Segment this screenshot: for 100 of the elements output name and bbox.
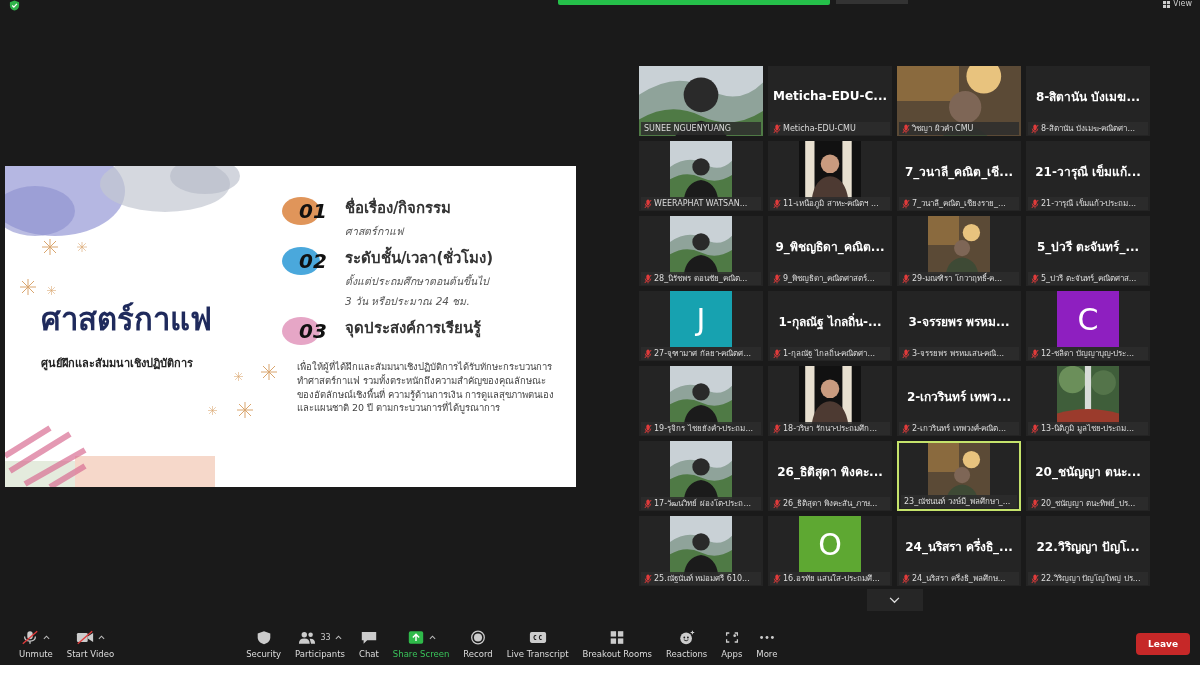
sparkle-icon: [234, 372, 243, 381]
video-tile[interactable]: 7_วนาลี_คณิต_เชี... 7_วนาลี_คณิต_เชียงราย_...: [897, 141, 1021, 211]
toolbar-button[interactable]: More: [756, 648, 778, 659]
video-tile[interactable]: Meticha-EDU-C... Meticha-EDU-CMU: [768, 66, 892, 136]
toolbar-button[interactable]: Start Video: [66, 648, 115, 659]
participant-name: 20_ชนัญญา ตนะ...: [1035, 463, 1141, 481]
toolbar-button[interactable]: Share Screen: [392, 648, 450, 659]
toolbar-button[interactable]: Breakout Rooms: [582, 648, 652, 659]
video-tile[interactable]: 22.วิริญญา ปัญโ... 22.วิริญญา ปัญโญใหญ่ ปร...: [1026, 516, 1150, 586]
participant-label: วิชญา ผิวคำ CMU: [912, 123, 974, 135]
sparkle-icon: [237, 402, 253, 418]
participant-label: WEERAPHAT WATSAN...: [654, 199, 748, 208]
section-heading: ระดับชั้น/เวลา(ชั่วโมง): [345, 246, 494, 270]
video-tile[interactable]: 3-จรรยพร พรหม... 3-จรรยพร พรหมเสน-คณิ...: [897, 291, 1021, 361]
video-tile[interactable]: 9_พิชญธิดา_คณิต... 9_พิชญธิดา_คณิตศาสตร์...: [768, 216, 892, 286]
video-tile[interactable]: WEERAPHAT WATSAN...: [639, 141, 763, 211]
caret-icon[interactable]: [98, 635, 105, 640]
participant-label: 5_ปวรี ตะจันทร์_คณิตศาส...: [1041, 273, 1137, 285]
participant-label: 12-ชลิดา บัญญาบุญ-ประ...: [1041, 348, 1135, 360]
participant-label: 23_ณัชนนท์ วงษ์มี_พลศึกษา_...: [904, 496, 1011, 508]
participant-name: 7_วนาลี_คณิต_เชี...: [905, 163, 1013, 181]
video-tile[interactable]: 11-เหนือภูมิ สาหะ-คณิตฯ ...: [768, 141, 892, 211]
toolbar-button[interactable]: Unmute: [19, 648, 53, 659]
video-tile[interactable]: C 12-ชลิดา บัญญาบุญ-ประ...: [1026, 291, 1150, 361]
video-tile[interactable]: O 16.อรทัย แสนใส-ประถมศึ...: [768, 516, 892, 586]
grid-icon[interactable]: [1163, 0, 1170, 8]
section-heading: จุดประสงค์การเรียนรู้: [345, 318, 481, 340]
toolbar-button[interactable]: Live Transcript: [506, 648, 569, 659]
section-text: 3 วัน หรือประมาณ 24 ชม.: [345, 294, 471, 309]
video-tile[interactable]: 26_ธิติสุดา พิงคะ... 26_ธิติสุดา พิงคะสัน_ภาษ...: [768, 441, 892, 511]
video-tile[interactable]: 28_นิรัชพร ดอนชัย_คณิต...: [639, 216, 763, 286]
participant-label: 8-สิตานัน บังเมฆ-คณิตศา...: [1041, 123, 1136, 135]
toolbar-button[interactable]: Reactions: [665, 648, 708, 659]
participant-label: 18-วริษา รักนา-ประถมศึก...: [783, 423, 878, 435]
sparkle-icon: [42, 239, 58, 255]
video-tile[interactable]: 13-นิติภูมิ มูลไชย-ประถม...: [1026, 366, 1150, 436]
view-button[interactable]: View: [1173, 0, 1192, 8]
video-tile[interactable]: 24_นริสรา ครึ่งธิ_... 24_นริสรา ครึ่งธิ_พลศึกษ...: [897, 516, 1021, 586]
participant-label: 19-รุจิกร ไชยยังคำ-ประถม...: [654, 423, 754, 435]
video-tile[interactable]: 5_ปวรี ตะจันทร์_... 5_ปวรี ตะจันทร์_คณิตศาส...: [1026, 216, 1150, 286]
participant-label: 25.ณัฐนันท์ หม่อมศรี 610...: [654, 573, 750, 585]
video-tile[interactable]: 20_ชนัญญา ตนะ... 20_ชนัญญา ตนะทิพย์_ปร...: [1026, 441, 1150, 511]
sparkle-icon: [47, 286, 56, 295]
participant-label: 11-เหนือภูมิ สาหะ-คณิตฯ ...: [783, 198, 879, 210]
participant-name: 8-สิตานัน บังเมฆ...: [1035, 88, 1141, 106]
record-icon: [469, 630, 487, 645]
video-tile[interactable]: 2-เกวรินทร์ เทพว... 2-เกวรินทร์ เทพวงศ์-คณิต...: [897, 366, 1021, 436]
video-tile[interactable]: วิชญา ผิวคำ CMU: [897, 66, 1021, 136]
participant-name: 9_พิชญธิดา_คณิต...: [775, 238, 885, 256]
toolbar-button[interactable]: Record: [463, 648, 493, 659]
shield-icon[interactable]: [9, 0, 20, 11]
participant-name: Meticha-EDU-C...: [773, 89, 887, 103]
video-tile[interactable]: SUNEE NGUENYUANG: [639, 66, 763, 136]
participant-name: 26_ธิติสุดา พิงคะ...: [777, 463, 883, 481]
video-tile[interactable]: 17-วัฒนวิทย์ ผ่องโต-ประถ...: [639, 441, 763, 511]
video-tile[interactable]: 23_ณัชนนท์ วงษ์มี_พลศึกษา_...: [897, 441, 1021, 511]
participant-name: 2-เกวรินทร์ เทพว...: [906, 388, 1012, 406]
section-text: ศาสตร์กาแฟ: [345, 224, 406, 239]
caret-icon[interactable]: [43, 635, 51, 640]
participant-label: 28_นิรัชพร ดอนชัย_คณิต...: [654, 273, 748, 285]
participant-name: 21-วารุณี เข็มแก้...: [1035, 163, 1141, 181]
sparkle-icon: [208, 406, 217, 415]
participant-name: 3-จรรยพร พรหม...: [908, 313, 1010, 331]
video-tile[interactable]: 1-กุลณัฐ ไกลถิ่น-... 1-กุลณัฐ ไกลถิ่น-คณิตศา...: [768, 291, 892, 361]
participant-label: 20_ชนัญญา ตนะทิพย์_ปร...: [1041, 498, 1136, 510]
video-tile[interactable]: 21-วารุณี เข็มแก้... 21-วารุณี เข็มแก้ว-ประถม...: [1026, 141, 1150, 211]
participant-label: 9_พิชญธิดา_คณิตศาสตร์...: [783, 273, 875, 285]
participant-label: 29-มณฑิรา โกวาฤทธิ์-ค...: [912, 272, 1003, 285]
leave-button[interactable]: Leave: [1136, 632, 1190, 655]
video-tile[interactable]: 8-สิตานัน บังเมฆ... 8-สิตานัน บังเมฆ-คณิตศา...: [1026, 66, 1150, 136]
participant-name: 24_นริสรา ครึ่งธิ_...: [905, 537, 1013, 556]
caret-icon[interactable]: [428, 635, 436, 640]
video-tile[interactable]: 25.ณัฐนันท์ หม่อมศรี 610...: [639, 516, 763, 586]
avatar-initial: O: [799, 516, 861, 572]
participant-name: 5_ปวรี ตะจันทร์_...: [1036, 238, 1140, 256]
participant-label: 13-นิติภูมิ มูลไชย-ประถม...: [1041, 423, 1135, 435]
chevron-down-icon: [889, 596, 900, 604]
video-tile[interactable]: 19-รุจิกร ไชยยังคำ-ประถม...: [639, 366, 763, 436]
mic-icon: [21, 630, 40, 645]
section-number: 03: [299, 319, 327, 343]
video-tile[interactable]: 29-มณฑิรา โกวาฤทธิ์-ค...: [897, 216, 1021, 286]
toolbar-button[interactable]: Chat: [358, 648, 379, 659]
participant-label: 27-จุฑามาศ กัลยา-คณิตศ...: [654, 348, 752, 360]
section-text: ตั้งแต่ประถมศึกษาตอนต้นขึ้นไป: [345, 273, 491, 289]
participant-label: 22.วิริญญา ปัญโญใหญ่ ปร...: [1041, 573, 1141, 585]
video-tile[interactable]: 18-วริษา รักนา-ประถมศึก...: [768, 366, 892, 436]
toolbar-button[interactable]: Security: [246, 648, 282, 659]
cc-icon: [528, 630, 547, 645]
toolbar-button[interactable]: Participants: [295, 648, 345, 659]
participant-count: 33: [320, 633, 331, 642]
video-tile[interactable]: J 27-จุฑามาศ กัลยา-คณิตศ...: [639, 291, 763, 361]
avatar-initial: J: [670, 291, 732, 347]
participant-label: 21-วารุณี เข็มแก้ว-ประถม...: [1041, 197, 1137, 210]
participant-label: 2-เกวรินทร์ เทพวงศ์-คณิต...: [912, 423, 1007, 435]
chat-bubble-icon: [359, 630, 378, 645]
smiley-icon: [677, 630, 696, 645]
caret-icon[interactable]: [334, 635, 342, 640]
participant-label: Meticha-EDU-CMU: [783, 124, 856, 133]
toolbar-button[interactable]: Apps: [721, 648, 743, 659]
sparkle-icon: [20, 279, 36, 295]
